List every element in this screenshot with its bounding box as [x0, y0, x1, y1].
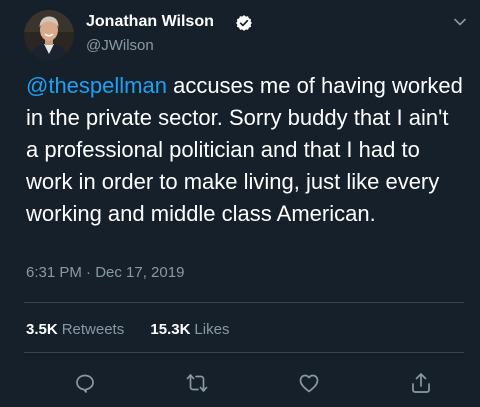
user-handle[interactable]: @JWilson	[86, 37, 154, 54]
like-button[interactable]	[297, 371, 321, 395]
verified-badge-icon	[235, 14, 253, 32]
reply-icon	[76, 374, 94, 393]
likes-count: 15.3K	[150, 321, 191, 338]
like-icon	[299, 374, 319, 393]
display-name[interactable]: Jonathan Wilson	[86, 13, 214, 31]
profile-photo-image	[24, 10, 74, 60]
share-button[interactable]	[409, 371, 433, 395]
chevron-down-icon[interactable]	[452, 14, 468, 30]
retweet-icon	[186, 374, 208, 392]
tweet-header: Jonathan Wilson @JWilson	[24, 10, 466, 60]
retweets-label: Retweets	[61, 321, 125, 338]
avatar[interactable]	[24, 10, 74, 60]
likes-label: Likes	[194, 321, 230, 338]
retweets-stat[interactable]: 3.5K Retweets	[26, 321, 124, 338]
likes-stat[interactable]: 15.3K Likes	[150, 321, 229, 338]
tweet-card: Jonathan Wilson @JWilson @thespellman ac…	[0, 0, 480, 407]
retweet-button[interactable]	[185, 371, 209, 395]
tweet-text: @thespellman accuses me of having worked…	[26, 70, 466, 230]
divider	[24, 352, 464, 353]
mention-link[interactable]: @thespellman	[26, 73, 167, 98]
tweet-timestamp[interactable]: 6:31 PM · Dec 17, 2019	[26, 264, 184, 281]
retweets-count: 3.5K	[26, 321, 58, 338]
tweet-stats: 3.5K Retweets 15.3K Likes	[26, 321, 251, 338]
share-icon	[412, 373, 430, 393]
divider	[24, 302, 464, 303]
reply-button[interactable]	[73, 371, 97, 395]
